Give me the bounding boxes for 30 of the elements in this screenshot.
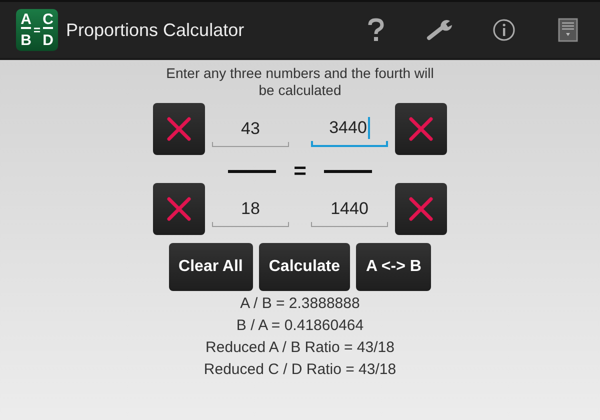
info-icon xyxy=(492,18,516,42)
number-field[interactable]: 43 xyxy=(212,112,289,146)
action-button[interactable]: A <-> B xyxy=(356,243,432,291)
cross-icon xyxy=(166,196,192,222)
cross-icon xyxy=(166,116,192,142)
question-mark-icon xyxy=(368,18,384,42)
equals-sign: = xyxy=(294,163,306,179)
result-text: A / B = 2.3888888 xyxy=(239,294,361,314)
app-logo: A = C B D xyxy=(16,9,58,51)
text-cursor xyxy=(368,117,370,139)
clear-field-button[interactable] xyxy=(395,183,447,235)
app-title: Proportions Calculator xyxy=(66,20,246,40)
clear-field-button[interactable] xyxy=(153,103,205,155)
number-field[interactable]: 18 xyxy=(212,192,289,226)
number-field[interactable]: 3440 xyxy=(311,111,388,147)
wrench-icon xyxy=(426,18,454,42)
number-field[interactable]: 1440 xyxy=(311,192,388,226)
result-text: B / A = 0.41860464 xyxy=(235,316,365,336)
fraction-bar xyxy=(228,170,276,172)
result-text: Reduced A / B Ratio = 43/18 xyxy=(204,338,396,358)
fraction-bar xyxy=(324,170,372,172)
action-button[interactable]: Calculate xyxy=(258,243,350,291)
cross-icon xyxy=(408,196,434,222)
clear-field-button[interactable] xyxy=(395,103,447,155)
document-icon xyxy=(558,18,578,42)
result-text: Reduced C / D Ratio = 43/18 xyxy=(204,360,396,380)
instructions-text: Enter any three numbers and the fourth will be calculated xyxy=(165,65,435,99)
action-button[interactable]: Clear All xyxy=(168,243,253,291)
cross-icon xyxy=(408,116,434,142)
clear-field-button[interactable] xyxy=(153,183,205,235)
